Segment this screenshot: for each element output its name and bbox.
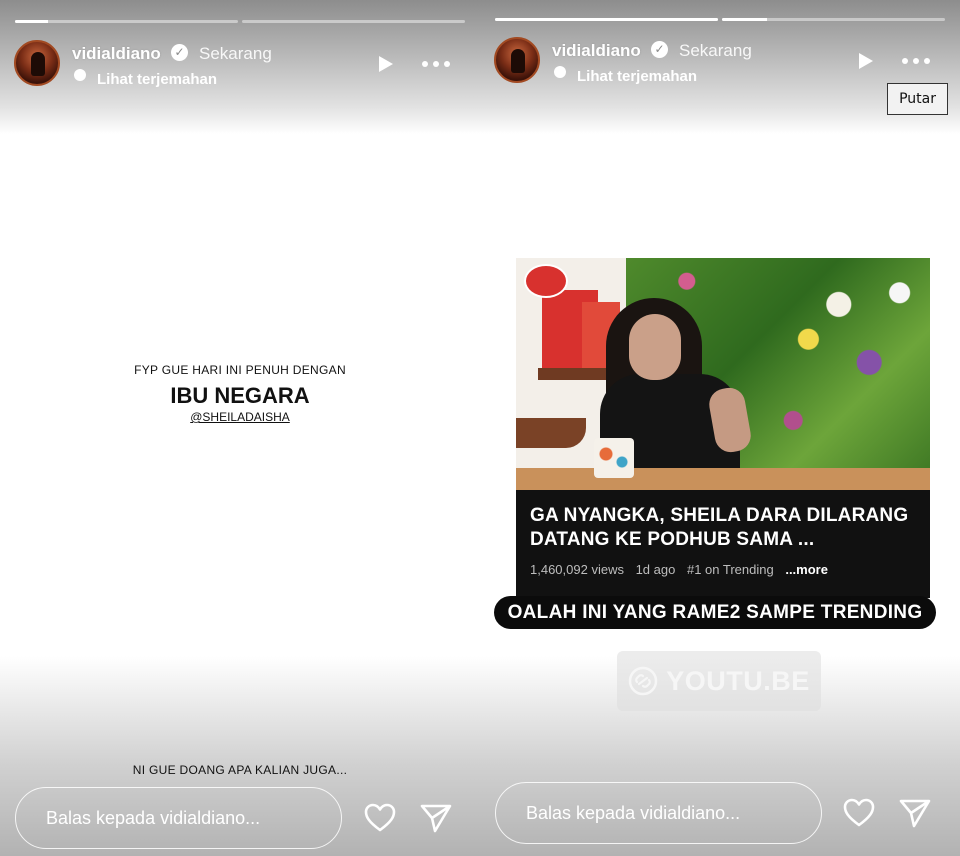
story-header: vidialdiano ✓ Sekarang Lihat terjemahan xyxy=(494,37,946,87)
youtube-card[interactable]: GA NYANGKA, SHEILA DARA DILARANG DATANG … xyxy=(516,258,930,598)
story-progress xyxy=(15,20,465,24)
see-translation-link[interactable]: Lihat terjemahan xyxy=(97,71,217,88)
verified-badge-icon: ✓ xyxy=(651,41,668,58)
progress-segment xyxy=(15,20,238,23)
timestamp: Sekarang xyxy=(679,41,752,60)
video-trending: #1 on Trending xyxy=(686,562,774,577)
send-icon[interactable] xyxy=(898,796,932,830)
avatar[interactable] xyxy=(494,37,540,83)
username[interactable]: vidialdiano xyxy=(72,44,161,64)
reply-input[interactable] xyxy=(15,787,342,849)
more-dots-icon[interactable] xyxy=(900,50,932,72)
video-views: 1,460,092 views xyxy=(530,562,624,577)
progress-segment xyxy=(495,18,718,21)
see-translation-link[interactable]: Lihat terjemahan xyxy=(577,68,697,85)
translate-icon xyxy=(554,66,566,78)
caption-line: FYP GUE HARI INI PENUH DENGAN xyxy=(134,363,346,377)
link-icon xyxy=(628,666,658,696)
username[interactable]: vidialdiano xyxy=(552,41,641,61)
play-tooltip: Putar xyxy=(887,83,948,115)
play-icon[interactable] xyxy=(854,50,876,72)
progress-segment xyxy=(242,20,465,23)
channel-logo-icon xyxy=(524,264,568,298)
translate-icon xyxy=(74,69,86,81)
link-sticker[interactable]: YOUTU.BE xyxy=(617,651,821,711)
heart-icon[interactable] xyxy=(363,801,397,835)
text-sticker: OALAH INI YANG RAME2 SAMPE TRENDING #1 xyxy=(494,596,936,656)
progress-segment xyxy=(722,18,945,21)
more-dots-icon[interactable] xyxy=(420,53,452,75)
heart-icon[interactable] xyxy=(842,796,876,830)
mention-tag[interactable]: @SHEILADAISHA xyxy=(0,410,480,424)
caption-heading: IBU NEGARA xyxy=(170,383,310,408)
story-progress xyxy=(495,18,945,22)
link-label[interactable]: YOUTU.BE xyxy=(666,666,810,697)
caption-footer: NI GUE DOANG APA KALIAN JUGA... xyxy=(132,763,348,777)
video-age: 1d ago xyxy=(635,562,676,577)
story-header: vidialdiano ✓ Sekarang Lihat terjemahan xyxy=(14,40,466,90)
send-icon[interactable] xyxy=(419,801,453,835)
more-link[interactable]: ...more xyxy=(785,562,828,577)
mention-text[interactable]: @SHEILADAISHA xyxy=(190,410,290,424)
video-meta: 1,460,092 views 1d ago #1 on Trending ..… xyxy=(530,562,828,577)
play-icon[interactable] xyxy=(374,53,396,75)
video-title: GA NYANGKA, SHEILA DARA DILARANG DATANG … xyxy=(530,505,909,550)
avatar[interactable] xyxy=(14,40,60,86)
video-thumbnail[interactable] xyxy=(516,258,930,490)
timestamp: Sekarang xyxy=(199,44,272,63)
story-left[interactable]: vidialdiano ✓ Sekarang Lihat terjemahan … xyxy=(0,0,480,856)
verified-badge-icon: ✓ xyxy=(171,44,188,61)
reply-input[interactable] xyxy=(495,782,822,844)
